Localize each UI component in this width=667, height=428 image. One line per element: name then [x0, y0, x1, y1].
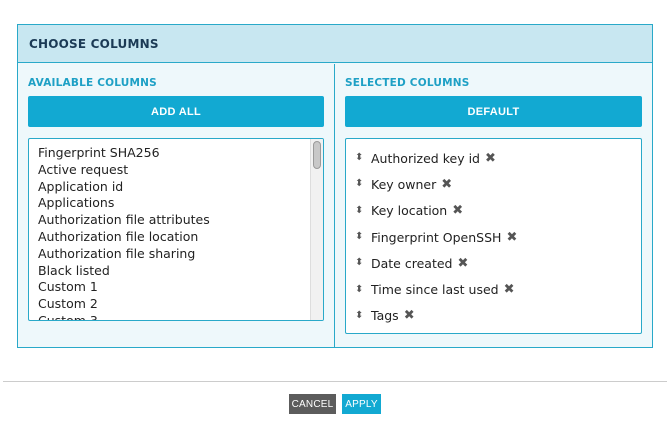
selected-column-label: Key location	[371, 203, 448, 219]
remove-x-icon[interactable]: ✖	[506, 231, 517, 244]
selected-column-item[interactable]: ⬍ Tags ✖	[355, 303, 632, 329]
remove-x-icon[interactable]: ✖	[485, 152, 496, 165]
panel-header: CHOOSE COLUMNS	[18, 25, 652, 63]
selected-columns-section: SELECTED COLUMNS DEFAULT ⬍ Authorized key…	[335, 64, 652, 347]
selected-column-item[interactable]: ⬍ Time since last used ✖	[355, 276, 632, 302]
remove-x-icon[interactable]: ✖	[457, 257, 468, 270]
selected-columns-title: SELECTED COLUMNS	[345, 77, 470, 89]
apply-button[interactable]: APPLY	[342, 394, 381, 414]
choose-columns-panel: CHOOSE COLUMNS AVAILABLE COLUMNS ADD ALL…	[17, 24, 653, 348]
available-column-item[interactable]: Fingerprint SHA256	[38, 145, 309, 162]
default-button[interactable]: DEFAULT	[345, 96, 642, 127]
selected-column-item[interactable]: ⬍ Key owner ✖	[355, 171, 632, 197]
selected-columns-list: ⬍ Authorized key id ✖ ⬍ Key owner ✖ ⬍ Key locat…	[345, 138, 642, 334]
selected-column-item[interactable]: ⬍ Date created ✖	[355, 250, 632, 276]
remove-x-icon[interactable]: ✖	[504, 283, 515, 296]
remove-x-icon[interactable]: ✖	[404, 309, 415, 322]
available-columns-section: AVAILABLE COLUMNS ADD ALL Fingerprint SH…	[18, 64, 335, 347]
selected-column-label: Tags	[371, 308, 399, 324]
available-column-item[interactable]: Applications	[38, 195, 309, 212]
drag-handle-icon[interactable]: ⬍	[355, 284, 363, 295]
drag-handle-icon[interactable]: ⬍	[355, 179, 363, 189]
panel-title: CHOOSE COLUMNS	[29, 36, 159, 51]
selected-column-label: Date created	[371, 255, 453, 271]
available-column-item[interactable]: Custom 2	[38, 296, 309, 313]
add-all-button[interactable]: ADD ALL	[28, 96, 324, 127]
footer-divider	[3, 381, 667, 382]
available-column-item[interactable]: Black listed	[38, 263, 309, 280]
available-column-item[interactable]: Active request	[38, 162, 309, 179]
cancel-button[interactable]: CANCEL	[289, 394, 336, 414]
drag-handle-icon[interactable]: ⬍	[355, 153, 363, 163]
available-column-item[interactable]: Custom 1	[38, 279, 309, 296]
list-scrollbar[interactable]	[310, 139, 323, 320]
drag-handle-icon[interactable]: ⬍	[355, 205, 363, 216]
drag-handle-icon[interactable]: ⬍	[355, 232, 363, 242]
selected-column-label: Fingerprint OpenSSH	[371, 229, 502, 245]
available-column-item[interactable]: Application id	[38, 179, 309, 196]
drag-handle-icon[interactable]: ⬍	[355, 310, 363, 321]
selected-column-item[interactable]: ⬍ Key location ✖	[355, 198, 632, 224]
available-columns-title: AVAILABLE COLUMNS	[28, 77, 157, 89]
available-list-items: Fingerprint SHA256 Active request Applicat…	[38, 145, 309, 320]
available-column-item[interactable]: Authorization file location	[38, 229, 309, 246]
drag-handle-icon[interactable]: ⬍	[355, 258, 363, 268]
available-columns-list[interactable]: Fingerprint SHA256 Active request Applicat…	[28, 138, 324, 321]
selected-column-label: Key owner	[371, 176, 437, 192]
available-column-item[interactable]: Custom 3	[38, 313, 309, 320]
available-column-item[interactable]: Authorization file sharing	[38, 246, 309, 263]
selected-column-item[interactable]: ⬍ Fingerprint OpenSSH ✖	[355, 224, 632, 250]
remove-x-icon[interactable]: ✖	[441, 178, 452, 191]
remove-x-icon[interactable]: ✖	[452, 204, 463, 217]
scrollbar-thumb[interactable]	[313, 141, 321, 169]
selected-column-item[interactable]: ⬍ Authorized key id ✖	[355, 145, 632, 171]
selected-column-label: Time since last used	[371, 282, 499, 298]
selected-column-label: Authorized key id	[371, 150, 480, 166]
available-column-item[interactable]: Authorization file attributes	[38, 212, 309, 229]
selected-list-items: ⬍ Authorized key id ✖ ⬍ Key owner ✖ ⬍ Key locat…	[355, 145, 632, 329]
